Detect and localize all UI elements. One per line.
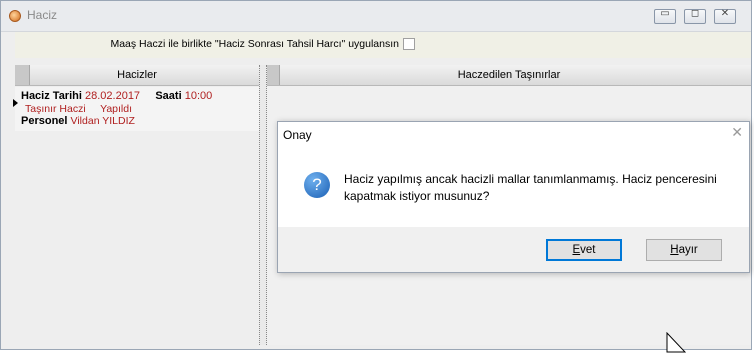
minimize-icon: ▭ [660, 8, 670, 19]
haciz-person-row: Personel Vildan YILDIZ [21, 115, 135, 127]
current-row-indicator-icon [13, 99, 18, 107]
confirm-dialog: Onay ✕ ? Haciz yapılmış ancak hacizli ma… [277, 121, 750, 273]
hacizler-header-label: Hacizler [117, 69, 157, 81]
yes-button-label: vet [580, 244, 596, 256]
haciz-time-value: 10:00 [184, 90, 213, 102]
panel-splitter[interactable] [259, 65, 267, 345]
haciz-date-value: 28.02.2017 [85, 90, 141, 102]
haciz-type-row: Taşınır Haczi Yapıldı [25, 103, 132, 115]
minimize-button[interactable]: ▭ [654, 8, 676, 24]
hacizler-header: Hacizler [15, 65, 259, 86]
dialog-footer: Evet Hayır [278, 227, 749, 272]
hacizler-panel: Hacizler Haciz Tarihi 28.02.2017 Saati 1… [13, 65, 259, 345]
title-bar[interactable]: Haciz ▭ ◻ ✕ [1, 1, 751, 32]
no-button-label: ayır [678, 244, 698, 256]
yes-button[interactable]: Evet [546, 239, 622, 261]
haciz-date-label: Haciz Tarihi [21, 90, 82, 102]
tasinirlar-header: Haczedilen Taşınırlar [267, 65, 751, 86]
maximize-button[interactable]: ◻ [684, 8, 706, 24]
question-icon: ? [304, 172, 330, 198]
dialog-title: Onay [283, 128, 312, 142]
tasinirlar-header-label: Haczedilen Taşınırlar [457, 69, 561, 81]
haciz-record-card[interactable]: Haciz Tarihi 28.02.2017 Saati 10:00 Taşı… [13, 87, 259, 131]
row-indicator-header-right [267, 65, 280, 85]
haciz-status-value: Yapıldı [100, 103, 133, 115]
haciz-person-value: Vildan YILDIZ [70, 115, 135, 127]
dialog-close-icon[interactable]: ✕ [731, 125, 743, 141]
no-button-mnemonic: H [670, 244, 679, 256]
harc-option-label: Maaş Haczi ile birlikte "Haciz Sonrası T… [110, 38, 399, 50]
haciz-person-label: Personel [21, 115, 68, 127]
haciz-type-value: Taşınır Haczi [25, 103, 86, 115]
maximize-icon: ◻ [690, 8, 700, 19]
window-title: Haciz [27, 8, 58, 22]
dialog-message: Haciz yapılmış ancak hacizli mallar tanı… [344, 172, 717, 203]
options-bar: Maaş Haczi ile birlikte "Haciz Sonrası T… [15, 32, 751, 58]
close-icon: ✕ [720, 8, 730, 19]
yes-button-mnemonic: E [572, 244, 581, 256]
haciz-window: Haciz ▭ ◻ ✕ Maaş Haczi ile birlikte "Hac… [0, 0, 752, 350]
no-button[interactable]: Hayır [646, 239, 722, 261]
haciz-time-label: Saati [155, 90, 182, 102]
haciz-date-row: Haciz Tarihi 28.02.2017 Saati 10:00 [21, 90, 212, 102]
row-indicator-header [15, 65, 30, 85]
app-icon [9, 10, 21, 22]
harc-option-checkbox[interactable] [403, 38, 415, 50]
close-button[interactable]: ✕ [714, 8, 736, 24]
